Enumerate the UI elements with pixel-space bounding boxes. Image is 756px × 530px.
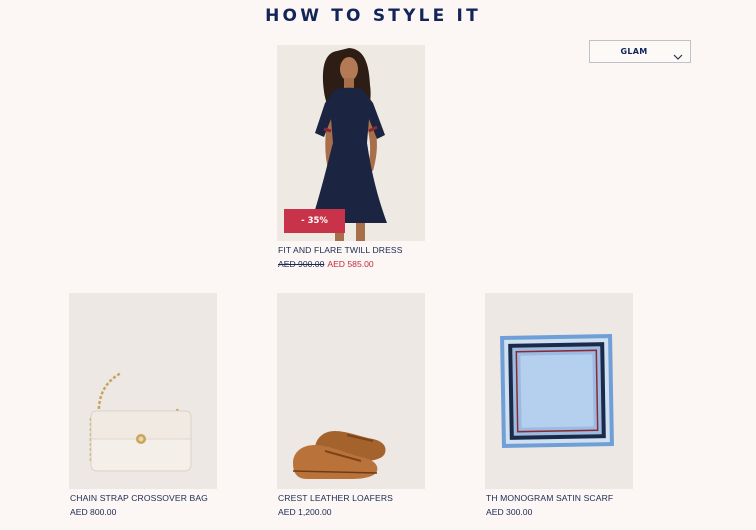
chevron-down-icon bbox=[673, 48, 683, 66]
style-select[interactable]: GLAM bbox=[589, 40, 691, 63]
sale-price: AED 585.00 bbox=[327, 259, 374, 269]
product-image-dress[interactable]: - 35% bbox=[277, 45, 425, 241]
product-name-bag[interactable]: CHAIN STRAP CROSSOVER BAG bbox=[70, 493, 208, 503]
product-name-loafers[interactable]: CREST LEATHER LOAFERS bbox=[278, 493, 393, 503]
style-select-value: GLAM bbox=[620, 47, 648, 56]
section-title: HOW TO STYLE IT bbox=[265, 6, 481, 26]
discount-badge: - 35% bbox=[284, 209, 345, 233]
product-image-scarf[interactable] bbox=[485, 293, 633, 489]
product-image-loafers[interactable] bbox=[277, 293, 425, 489]
product-price-loafers: AED 1,200.00 bbox=[278, 507, 332, 517]
original-price: AED 900.00 bbox=[278, 259, 325, 269]
price-row-dress: AED 900.00 AED 585.00 bbox=[278, 259, 374, 269]
product-image-bag[interactable] bbox=[69, 293, 217, 489]
product-price-bag: AED 800.00 bbox=[70, 507, 117, 517]
product-name-dress[interactable]: FIT AND FLARE TWILL DRESS bbox=[278, 245, 403, 255]
product-name-scarf[interactable]: TH MONOGRAM SATIN SCARF bbox=[486, 493, 613, 503]
product-price-scarf: AED 300.00 bbox=[486, 507, 533, 517]
